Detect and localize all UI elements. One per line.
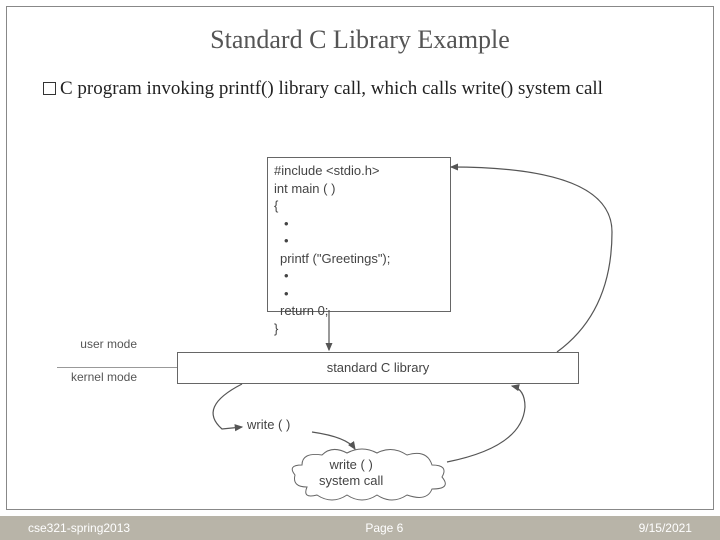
- mode-divider: [57, 367, 177, 368]
- footer-center: Page 6: [365, 521, 403, 535]
- write-label: write ( ): [247, 417, 290, 432]
- code-line: •: [274, 285, 444, 303]
- cloud-line1: write ( ): [329, 457, 372, 472]
- footer-left: cse321-spring2013: [28, 521, 130, 535]
- body-text: C program invoking printf() library call…: [43, 77, 677, 101]
- code-line: {: [274, 197, 444, 215]
- diagram: #include <stdio.h> int main ( ) { • • pr…: [57, 157, 677, 502]
- code-line: •: [274, 215, 444, 233]
- footer: cse321-spring2013 Page 6 9/15/2021: [0, 516, 720, 540]
- code-line: printf ("Greetings");: [274, 250, 444, 268]
- code-line: #include <stdio.h>: [274, 162, 444, 180]
- body-text-content: C program invoking printf() library call…: [60, 78, 603, 99]
- cloud-line2: system call: [319, 473, 383, 488]
- code-line: int main ( ): [274, 180, 444, 198]
- code-line: •: [274, 232, 444, 250]
- user-mode-label: user mode: [47, 337, 137, 351]
- bullet-icon: [43, 82, 56, 95]
- kernel-mode-label: kernel mode: [47, 370, 137, 384]
- slide-title: Standard C Library Example: [7, 25, 713, 55]
- code-box: #include <stdio.h> int main ( ) { • • pr…: [267, 157, 451, 312]
- cloud-text: write ( ) system call: [319, 457, 383, 488]
- library-box: standard C library: [177, 352, 579, 384]
- code-line: •: [274, 267, 444, 285]
- footer-right: 9/15/2021: [639, 521, 692, 535]
- slide-border: Standard C Library Example C program inv…: [6, 6, 714, 510]
- code-line: }: [274, 320, 444, 338]
- code-line: return 0;: [274, 302, 444, 320]
